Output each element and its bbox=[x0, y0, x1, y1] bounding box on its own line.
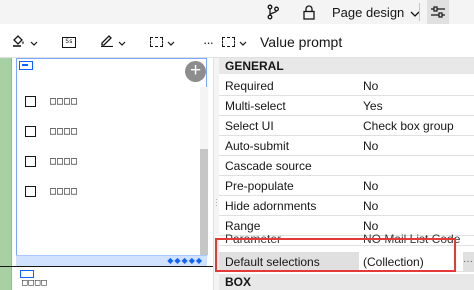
property-row[interactable]: Parameter NO Mail List Code bbox=[219, 232, 474, 246]
next-object-label: □□□□ bbox=[22, 278, 48, 288]
fill-color-button[interactable] bbox=[12, 26, 38, 58]
top-bar: Page design bbox=[0, 0, 474, 24]
page-margin-strip bbox=[0, 58, 12, 290]
chevron-down-icon bbox=[30, 33, 38, 51]
checkbox-option[interactable]: □□□□ bbox=[25, 153, 78, 169]
border-style-button[interactable] bbox=[150, 26, 175, 58]
add-icon[interactable]: + bbox=[185, 61, 206, 82]
divider bbox=[0, 266, 213, 267]
property-row[interactable]: Auto-submit No bbox=[219, 136, 474, 156]
chevron-down-icon bbox=[167, 33, 175, 51]
property-row[interactable]: Required No bbox=[219, 76, 474, 96]
page-design-dropdown[interactable]: Page design bbox=[332, 0, 420, 24]
property-name: Hide adornments bbox=[225, 199, 317, 213]
chevron-down-icon bbox=[118, 33, 126, 51]
value-prompt-control[interactable]: + □□□□ □□□□ □□□□ □□□□ bbox=[16, 58, 208, 266]
section-header-box[interactable]: BOX bbox=[219, 274, 474, 290]
style-button[interactable]: Ss bbox=[62, 26, 76, 58]
more-options-button[interactable]: ··· bbox=[203, 26, 214, 58]
overflow-menu-icon: ··· bbox=[203, 34, 214, 50]
property-name: Auto-submit bbox=[225, 139, 290, 153]
property-name: Parameter bbox=[225, 232, 282, 246]
property-row[interactable]: Hide adornments No bbox=[219, 196, 474, 216]
lock-icon[interactable] bbox=[298, 0, 320, 24]
property-name: Multi-select bbox=[225, 99, 286, 113]
property-row[interactable]: Multi-select Yes bbox=[219, 96, 474, 116]
property-row[interactable]: Select UI Check box group bbox=[219, 116, 474, 136]
property-name: Default selections bbox=[225, 255, 320, 269]
property-name: Pre-populate bbox=[225, 179, 294, 193]
style-icon: Ss bbox=[62, 36, 76, 48]
prompt-tag-icon bbox=[19, 61, 33, 70]
git-branch-icon[interactable] bbox=[262, 0, 284, 24]
footer-markers: ◆◆◆◆◆ bbox=[167, 256, 203, 265]
property-value[interactable]: No bbox=[363, 136, 471, 156]
prompt-footer: ◆◆◆◆◆ bbox=[16, 255, 207, 266]
checkbox[interactable] bbox=[25, 125, 36, 137]
checkbox[interactable] bbox=[25, 185, 36, 197]
dashed-box-icon bbox=[150, 37, 163, 47]
property-row[interactable]: Pre-populate No bbox=[219, 176, 474, 196]
chevron-down-icon bbox=[239, 33, 247, 51]
property-value[interactable]: (Collection) bbox=[363, 252, 471, 272]
format-toolbar: Ss ··· Value prompt bbox=[0, 26, 474, 58]
checkbox-option[interactable]: □□□□ bbox=[25, 123, 78, 139]
paint-bucket-icon bbox=[12, 33, 26, 52]
property-name: Select UI bbox=[225, 119, 274, 133]
toolbar-divider bbox=[419, 3, 420, 21]
property-value[interactable]: NO Mail List Code bbox=[363, 232, 471, 245]
option-label: □□□□ bbox=[50, 185, 79, 197]
dashed-box-icon bbox=[222, 37, 235, 47]
properties-panel: GENERAL Required No Multi-select Yes Sel… bbox=[219, 58, 474, 290]
page-design-label: Page design bbox=[332, 4, 405, 20]
pen-icon bbox=[100, 33, 114, 52]
property-value[interactable]: No bbox=[363, 76, 471, 96]
border-color-button[interactable] bbox=[100, 26, 126, 58]
settings-adjust-icon[interactable] bbox=[427, 0, 449, 24]
property-value[interactable]: Yes bbox=[363, 96, 471, 116]
section-header-general[interactable]: GENERAL bbox=[219, 58, 474, 74]
report-canvas: + □□□□ □□□□ □□□□ □□□□ ◆◆◆◆◆ □□□□ bbox=[0, 58, 213, 290]
scrollbar-thumb[interactable] bbox=[200, 149, 208, 255]
option-label: □□□□ bbox=[50, 125, 79, 137]
container-select-button[interactable] bbox=[222, 26, 247, 58]
property-row[interactable]: Cascade source bbox=[219, 156, 474, 176]
property-value[interactable]: Check box group bbox=[363, 116, 471, 136]
checkbox[interactable] bbox=[25, 155, 36, 167]
property-value[interactable]: No bbox=[363, 176, 471, 196]
edit-collection-button[interactable]: ··· bbox=[463, 252, 473, 272]
checkbox-option[interactable]: □□□□ bbox=[25, 93, 78, 109]
prompt-tag-icon bbox=[20, 270, 34, 278]
selected-object-title: Value prompt bbox=[260, 34, 343, 50]
drag-handle-icon: · · · bbox=[215, 195, 218, 210]
property-name: Required bbox=[225, 79, 274, 93]
option-label: □□□□ bbox=[50, 95, 79, 107]
checkbox-option[interactable]: □□□□ bbox=[25, 183, 78, 199]
property-value[interactable]: No bbox=[363, 196, 471, 216]
property-row-selected[interactable]: Default selections (Collection) ··· bbox=[219, 252, 474, 272]
checkbox[interactable] bbox=[25, 95, 36, 107]
property-name: Cascade source bbox=[225, 159, 312, 173]
option-label: □□□□ bbox=[50, 155, 79, 167]
